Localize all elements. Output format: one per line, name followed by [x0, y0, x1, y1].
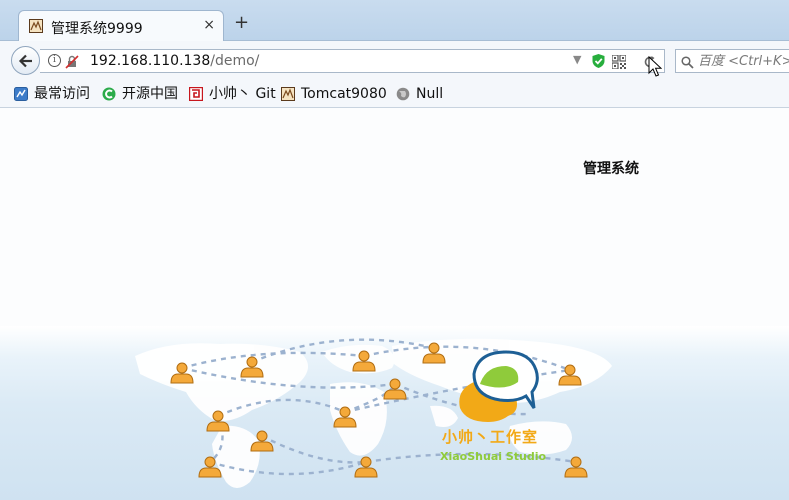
navigation-bar: i 192.168.110.138/demo/ ▼ — [0, 41, 789, 81]
bookmark-label: 小帅丶 Git — [209, 86, 276, 102]
page-content: 管理系统 小帅丶工作室 XiaoShuai Studio — [0, 108, 789, 500]
site-info-icon[interactable]: i — [48, 54, 61, 67]
world-network-banner: 小帅丶工作室 XiaoShuai Studio — [0, 326, 789, 500]
bookmark-label: 开源中国 — [122, 86, 178, 102]
tab-title: 管理系统9999 — [51, 21, 143, 37]
bookmark-label: 最常访问 — [34, 86, 90, 102]
search-input[interactable] — [698, 51, 789, 71]
page-title: 管理系统 — [583, 161, 639, 177]
new-tab-button[interactable]: + — [234, 14, 249, 32]
studio-name: 小帅丶工作室 — [442, 428, 539, 446]
tomcat-icon — [281, 87, 295, 101]
url-path: /demo/ — [210, 53, 260, 69]
bookmark-label: Tomcat9080 — [301, 86, 387, 102]
bookmark-label: Null — [416, 86, 444, 102]
bookmark-most-visited-icon — [14, 87, 28, 101]
browser-tab[interactable]: 管理系统9999 × — [18, 10, 224, 41]
studio-subtitle: XiaoShuai Studio — [440, 450, 547, 463]
qr-code-icon[interactable] — [611, 54, 627, 73]
insecure-connection-icon[interactable] — [65, 54, 79, 73]
bookmarks-bar: 最常访问 开源中国 小帅丶 Git Tomcat9080 Null — [0, 81, 789, 108]
url-history-dropdown-icon[interactable]: ▼ — [573, 53, 581, 66]
shield-icon[interactable] — [591, 53, 606, 73]
git-icon — [188, 86, 204, 102]
url-text: 192.168.110.138/demo/ — [90, 53, 259, 69]
browser-window: 管理系统9999 × + i 192.168.110.138/demo/ ▼ 百… — [0, 0, 789, 500]
url-host: 192.168.110.138 — [90, 53, 211, 69]
oschina-icon — [102, 87, 116, 101]
globe-icon — [396, 87, 410, 101]
tab-favicon-icon — [29, 19, 43, 33]
tab-strip: 管理系统9999 × + — [0, 0, 789, 41]
address-bar[interactable]: i 192.168.110.138/demo/ ▼ — [40, 49, 665, 73]
search-bar[interactable] — [675, 49, 789, 73]
tab-close-icon[interactable]: × — [203, 17, 215, 33]
back-button[interactable] — [11, 46, 40, 75]
search-icon — [681, 54, 694, 72]
mouse-cursor-icon — [648, 55, 663, 82]
